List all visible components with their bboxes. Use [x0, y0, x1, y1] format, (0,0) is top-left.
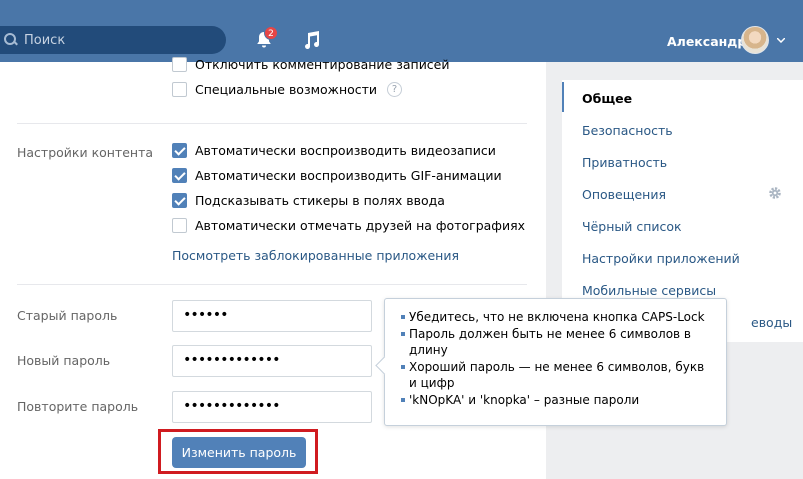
checkbox[interactable] — [172, 218, 187, 233]
menu-item-payments[interactable]: еводы — [751, 315, 792, 330]
new-password-label: Новый пароль — [17, 353, 111, 368]
search-icon — [4, 33, 18, 47]
active-indicator — [562, 82, 564, 112]
new-password-input[interactable]: ••••••••••••• — [172, 345, 372, 377]
old-password-input[interactable]: •••••• — [172, 300, 372, 332]
top-bar: 2 Александр — [0, 0, 803, 62]
highlight-frame — [158, 429, 318, 474]
avatar[interactable] — [741, 26, 769, 54]
search-input[interactable] — [24, 32, 204, 48]
menu-item-general[interactable]: Общее — [582, 91, 632, 106]
checkbox-row[interactable]: Отключить комментирование записей — [172, 57, 450, 72]
menu-item-security[interactable]: Безопасность — [582, 123, 673, 138]
gear-icon[interactable] — [768, 186, 782, 200]
password-tips-tooltip: Убедитесь, что не включена кнопка CAPS-L… — [384, 298, 727, 426]
tip-item: 'kNOpKA' и 'knopka' – разные пароли — [401, 392, 714, 408]
checkbox-row[interactable]: Автоматически воспроизводить видеозаписи — [172, 143, 496, 158]
help-icon[interactable]: ? — [387, 82, 403, 97]
chevron-down-icon[interactable] — [777, 38, 785, 43]
notifications-button[interactable]: 2 — [254, 26, 278, 52]
menu-item-notifications[interactable]: Оповещения — [582, 187, 666, 202]
music-icon — [305, 31, 319, 49]
checkbox-row[interactable]: Подсказывать стикеры в полях ввода — [172, 193, 445, 208]
divider — [17, 284, 527, 285]
checkbox-checked[interactable] — [172, 193, 187, 208]
checkbox-row[interactable]: Автоматически отмечать друзей на фотогра… — [172, 218, 525, 233]
tip-item: Убедитесь, что не включена кнопка CAPS-L… — [401, 309, 714, 325]
tip-item: Хороший пароль — не менее 6 символов, бу… — [401, 359, 714, 391]
checkbox-label: Автоматически воспроизводить видеозаписи — [195, 143, 496, 158]
repeat-password-input[interactable]: ••••••••••••• — [172, 391, 372, 423]
checkbox-checked[interactable] — [172, 168, 187, 183]
checkbox-label: Автоматически отмечать друзей на фотогра… — [195, 218, 526, 233]
checkbox-label: Отключить комментирование записей — [195, 57, 450, 72]
divider — [17, 123, 527, 124]
repeat-password-label: Повторите пароль — [17, 399, 139, 414]
checkbox-row[interactable]: Специальные возможности ? — [172, 82, 403, 97]
checkbox-row[interactable]: Автоматически воспроизводить GIF-анимаци… — [172, 168, 502, 183]
search-box[interactable] — [0, 26, 226, 54]
old-password-label: Старый пароль — [17, 308, 118, 323]
menu-item-mobile-services[interactable]: Мобильные сервисы — [582, 283, 716, 298]
checkbox-checked[interactable] — [172, 143, 187, 158]
blocked-apps-link[interactable]: Посмотреть заблокированные приложения — [172, 248, 459, 263]
menu-item-privacy[interactable]: Приватность — [582, 155, 667, 170]
checkbox-label: Подсказывать стикеры в полях ввода — [195, 193, 445, 208]
notification-badge: 2 — [264, 26, 278, 40]
checkbox[interactable] — [172, 82, 187, 97]
music-button[interactable] — [302, 29, 322, 51]
tip-item: Пароль должен быть не менее 6 символов в… — [401, 326, 714, 358]
checkbox-label: Специальные возможности — [195, 82, 378, 97]
content-settings-title: Настройки контента — [17, 145, 154, 160]
menu-item-blacklist[interactable]: Чёрный список — [582, 219, 682, 234]
checkbox-label: Автоматически воспроизводить GIF-анимаци… — [195, 168, 502, 183]
menu-item-app-settings[interactable]: Настройки приложений — [582, 251, 740, 266]
user-name[interactable]: Александр — [667, 34, 746, 49]
checkbox[interactable] — [172, 57, 187, 72]
